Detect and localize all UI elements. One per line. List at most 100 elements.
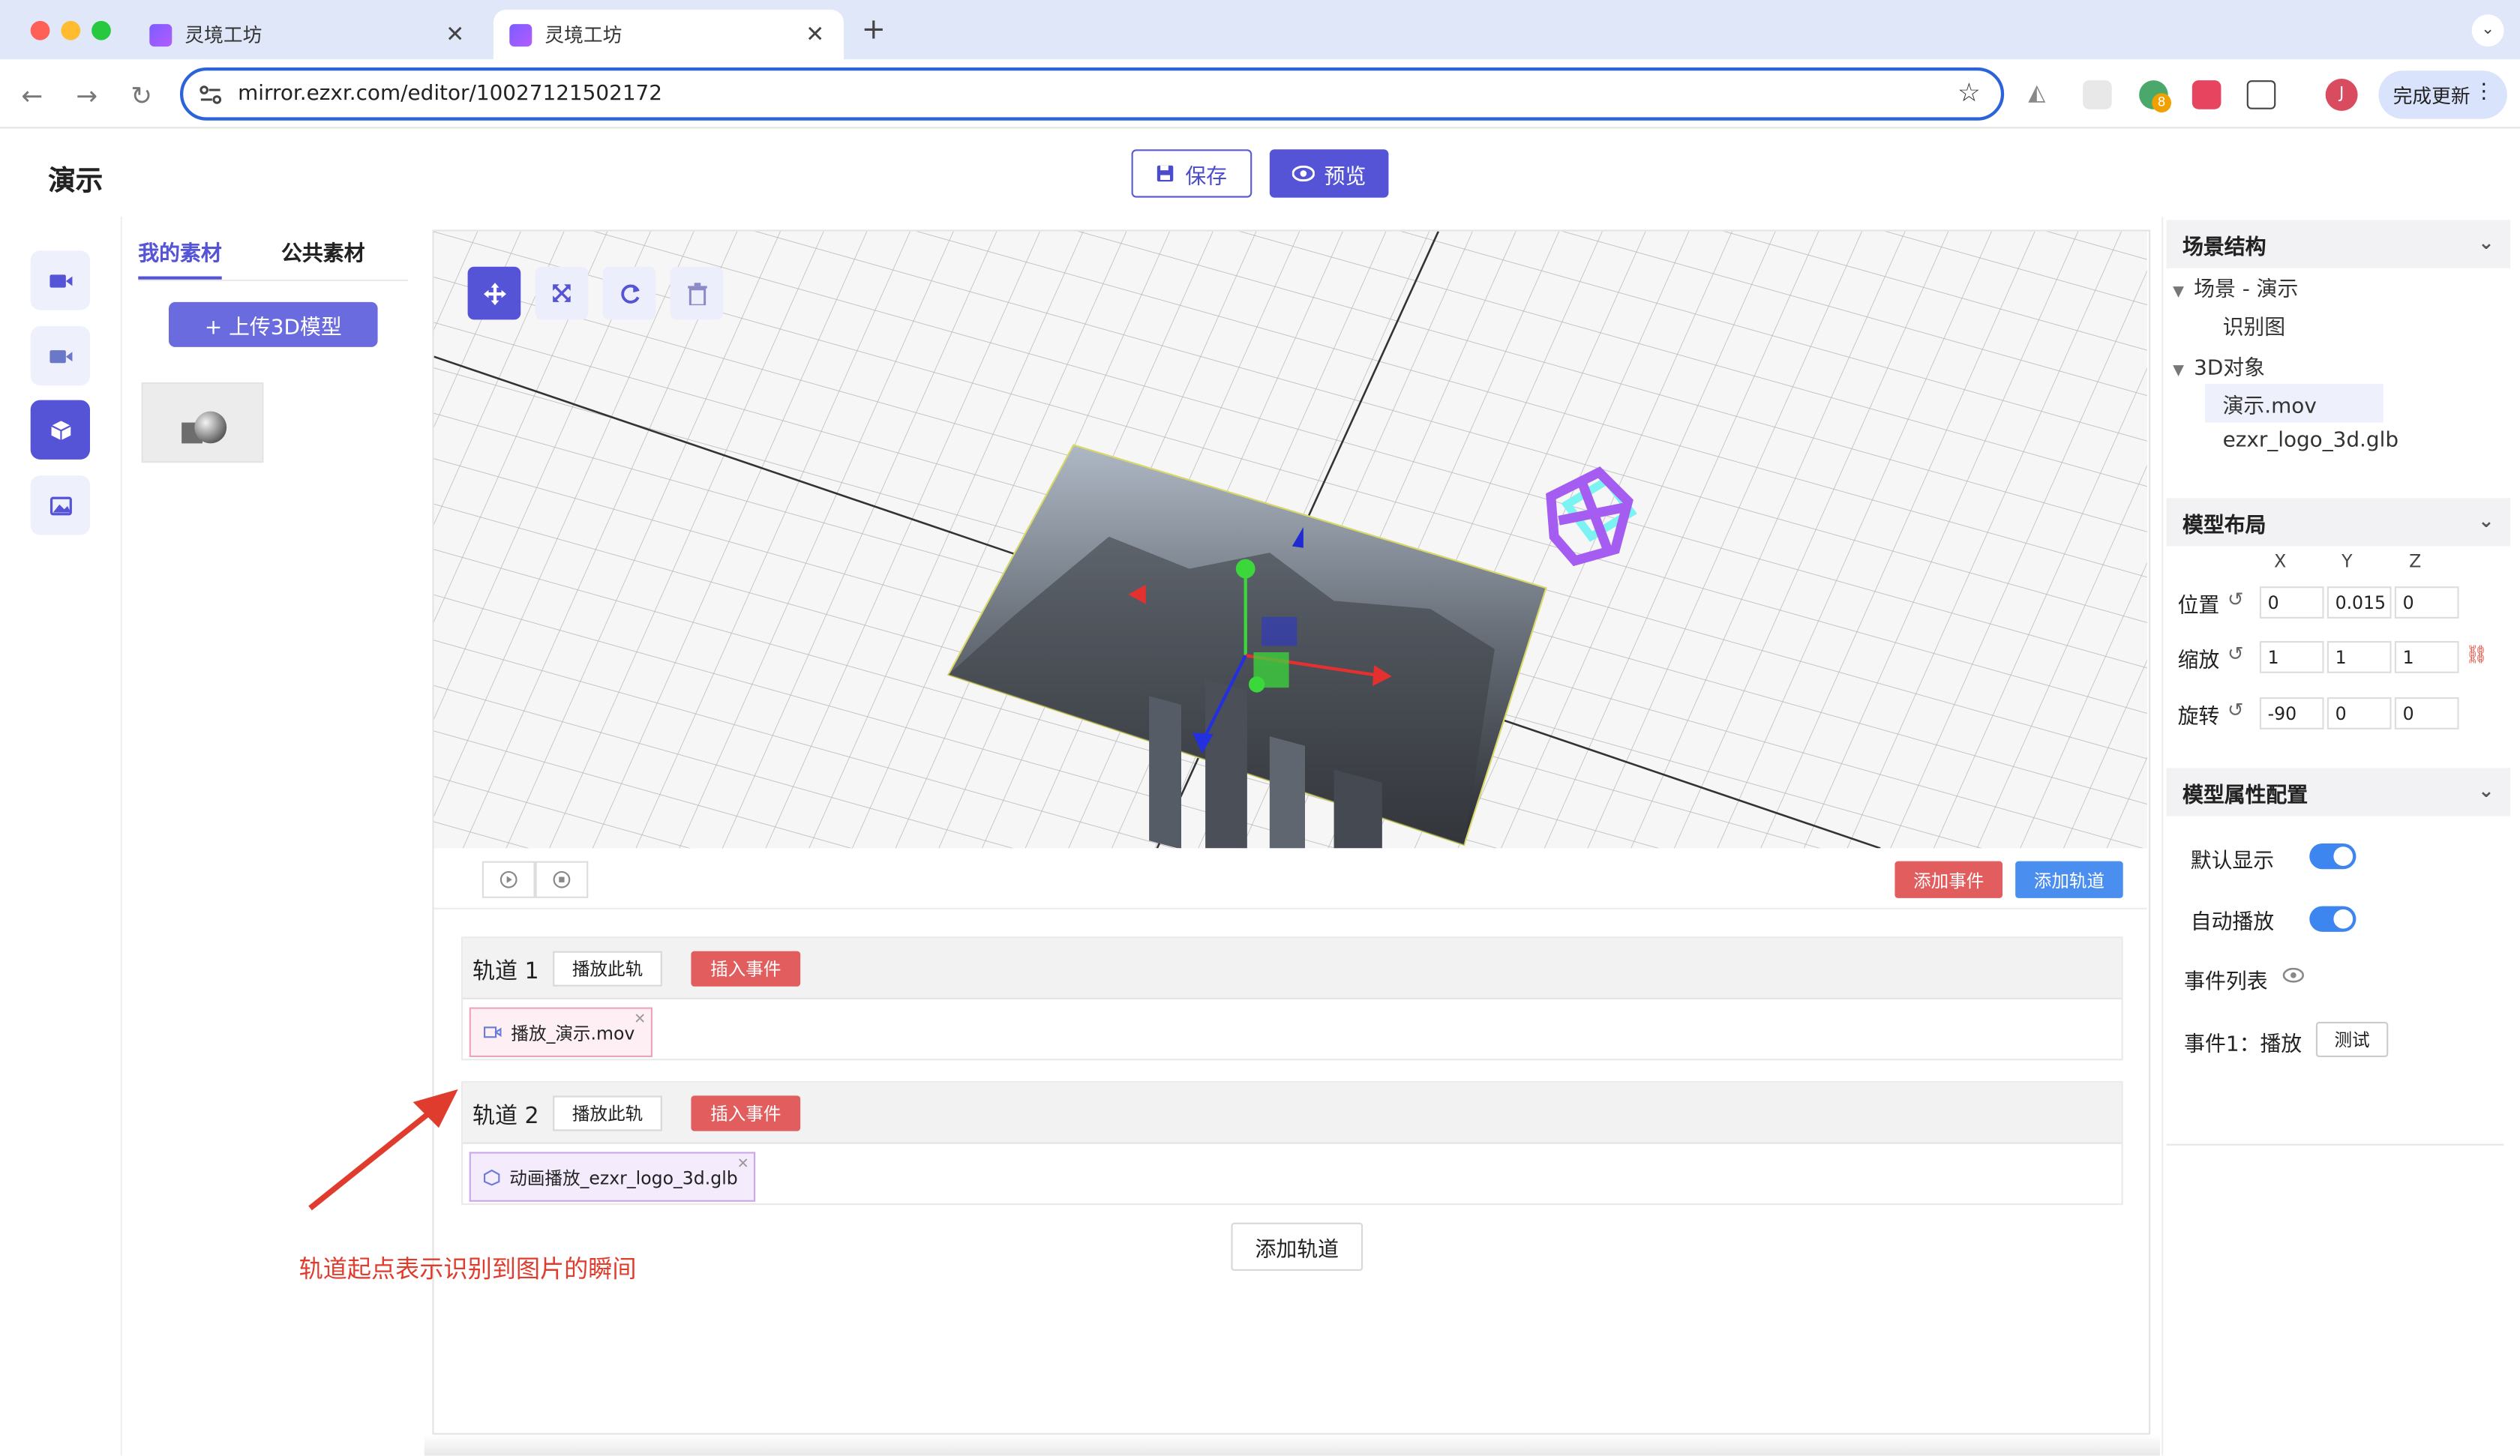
translate-extension-icon[interactable] [2192, 80, 2222, 109]
extension-a-icon[interactable]: ◭ [2028, 80, 2057, 109]
upload-3d-model-button[interactable]: + 上传3D模型 [169, 301, 378, 347]
scale-y-input[interactable]: 1 [2326, 641, 2392, 673]
remove-clip-icon[interactable]: ✕ [737, 1157, 749, 1173]
close-window-button[interactable] [30, 20, 50, 40]
browser-tab-active[interactable]: 灵境工坊 ✕ [493, 9, 844, 60]
play-track-button[interactable]: 播放此轨 [553, 951, 662, 987]
link-scale-icon[interactable]: ⛓ [2465, 644, 2488, 665]
minimize-window-button[interactable] [61, 20, 81, 40]
video-clip-icon [484, 1026, 502, 1038]
tab-public-assets[interactable]: 公共素材 [281, 236, 364, 267]
test-event-button[interactable]: 测试 [2315, 1021, 2389, 1057]
video-tool-button[interactable] [30, 250, 91, 310]
chevron-down-icon[interactable]: ⌄ [2478, 779, 2494, 801]
maximize-window-button[interactable] [92, 20, 111, 40]
image-tool-button[interactable] [30, 475, 91, 535]
bookmark-star-icon[interactable]: ☆ [1958, 77, 1981, 108]
model-clip-icon [484, 1168, 500, 1185]
axis-label-y: Y [2342, 551, 2353, 572]
chevron-down-icon[interactable]: ⌄ [2478, 232, 2494, 254]
tab-my-assets[interactable]: 我的素材 [138, 236, 221, 267]
position-y-input[interactable]: 0.015 [2326, 586, 2392, 619]
track-clip[interactable]: 动画播放_ezxr_logo_3d.glb ✕ [469, 1152, 756, 1202]
reset-scale-icon[interactable]: ↺ [2228, 643, 2244, 665]
forward-arrow-icon[interactable]: → [70, 80, 103, 111]
track-name: 轨道 1 [472, 959, 539, 985]
eye-icon [1292, 165, 1315, 182]
remove-clip-icon[interactable]: ✕ [634, 1012, 646, 1028]
stop-icon [553, 870, 571, 888]
insert-event-button[interactable]: 插入事件 [691, 951, 801, 987]
profile-avatar[interactable]: J [2325, 79, 2358, 111]
tab-title: 灵境工坊 [184, 24, 262, 47]
section-title: 模型属性配置 [2182, 783, 2308, 807]
position-x-input[interactable]: 0 [2259, 586, 2324, 619]
move-tool-button[interactable] [467, 266, 521, 320]
scene-canvas [434, 231, 2147, 849]
section-title: 场景结构 [2182, 235, 2266, 260]
preview-button[interactable]: 预览 [1269, 149, 1389, 198]
add-track-button-top[interactable]: 添加轨道 [2015, 861, 2123, 898]
extension-icon[interactable] [2083, 80, 2112, 109]
reset-position-icon[interactable]: ↺ [2228, 588, 2244, 610]
tree-item-3d-objects[interactable]: ▼ 3D对象 [2173, 350, 2265, 381]
rotation-y-input[interactable]: 0 [2326, 697, 2392, 729]
extension-badge-icon[interactable]: 8 [2139, 80, 2171, 112]
reload-icon[interactable]: ↻ [125, 80, 158, 111]
add-event-button[interactable]: 添加事件 [1894, 861, 2002, 898]
rotation-x-input[interactable]: -90 [2259, 697, 2324, 729]
close-tab-icon[interactable]: ✕ [806, 22, 824, 47]
more-menu-icon[interactable]: ⋮ [2474, 80, 2494, 104]
new-tab-icon[interactable]: + [862, 13, 886, 46]
browser-tab[interactable]: 灵境工坊 ✕ [134, 10, 484, 59]
save-button[interactable]: 保存 [1131, 149, 1252, 198]
tree-item-logo-model[interactable]: ezxr_logo_3d.glb [2223, 429, 2398, 453]
app-favicon-icon [149, 23, 172, 46]
scale-tool-button[interactable] [535, 266, 589, 320]
save-label: 保存 [1185, 164, 1228, 189]
scene-structure-header[interactable]: 场景结构 ⌄ [2166, 220, 2511, 268]
delete-tool-button[interactable] [670, 266, 724, 320]
scale-z-input[interactable]: 1 [2394, 641, 2459, 673]
site-settings-icon[interactable] [200, 85, 222, 105]
3d-viewport[interactable] [434, 231, 2147, 849]
app-favicon-icon [509, 23, 532, 46]
close-tab-icon[interactable]: ✕ [446, 22, 464, 47]
track-clip[interactable]: 播放_演示.mov ✕ [469, 1007, 652, 1057]
position-z-input[interactable]: 0 [2394, 586, 2459, 619]
rotation-z-input[interactable]: 0 [2394, 697, 2459, 729]
insert-event-button[interactable]: 插入事件 [691, 1095, 801, 1131]
eye-icon[interactable] [2282, 967, 2305, 983]
ar-video-tool-button[interactable] [30, 326, 91, 386]
model-properties-header[interactable]: 模型属性配置 ⌄ [2166, 768, 2511, 816]
tree-item-label: 场景 - 演示 [2194, 277, 2299, 302]
extension-badge-count: 8 [2152, 93, 2171, 112]
tab-list-chevron-icon[interactable]: ⌄ [2471, 14, 2504, 47]
play-all-button[interactable] [482, 861, 536, 898]
video-camera-icon [49, 274, 72, 287]
tree-item-scene[interactable]: ▼ 场景 - 演示 [2173, 271, 2298, 302]
rotate-tool-button[interactable] [602, 266, 656, 320]
caret-down-icon: ▼ [2173, 363, 2184, 379]
model-layout-header[interactable]: 模型布局 ⌄ [2166, 498, 2511, 547]
clip-label: 动画播放_ezxr_logo_3d.glb [509, 1167, 738, 1188]
address-bar[interactable]: mirror.ezxr.com/editor/10027121502172 ☆ [180, 67, 2005, 121]
asset-thumbnail[interactable] [141, 382, 264, 463]
back-arrow-icon[interactable]: ← [16, 80, 48, 111]
play-track-button[interactable]: 播放此轨 [553, 1095, 662, 1131]
tree-item-video[interactable]: 演示.mov [2223, 389, 2317, 419]
annotation-note: 轨道起点表示识别到图片的瞬间 [298, 1254, 637, 1284]
clip-label: 播放_演示.mov [511, 1022, 635, 1044]
default-show-toggle[interactable] [2309, 843, 2356, 870]
extensions-puzzle-icon[interactable] [2246, 80, 2276, 109]
update-button[interactable]: 完成更新 ⋮ [2378, 70, 2507, 119]
3d-model-tool-button[interactable] [30, 400, 91, 460]
scale-x-input[interactable]: 1 [2259, 641, 2324, 673]
add-track-button[interactable]: 添加轨道 [1231, 1222, 1364, 1271]
stop-all-button[interactable] [535, 861, 589, 898]
autoplay-toggle[interactable] [2309, 906, 2356, 932]
tree-item-image-target[interactable]: 识别图 [2223, 310, 2286, 340]
reset-rotation-icon[interactable]: ↺ [2228, 699, 2244, 721]
panel-divider [2166, 1143, 2504, 1146]
chevron-down-icon[interactable]: ⌄ [2478, 509, 2494, 532]
